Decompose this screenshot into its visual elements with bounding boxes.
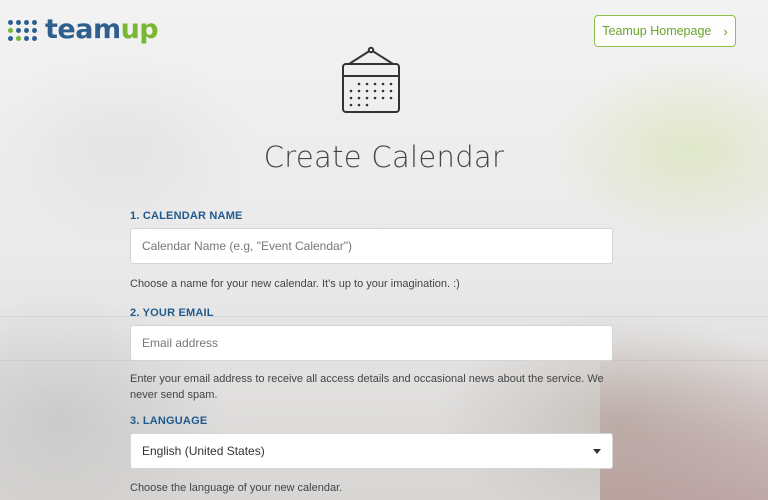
calendar-name-input[interactable]: Calendar Name (e.g, "Event Calendar") bbox=[130, 228, 613, 264]
caret-down-icon bbox=[593, 448, 601, 454]
language-select[interactable]: English (United States) bbox=[130, 433, 613, 469]
logo-wordmark: teamup bbox=[45, 14, 159, 46]
language-help: Choose the language of your new calendar… bbox=[130, 482, 343, 494]
chevron-right-icon: › bbox=[723, 23, 728, 39]
logo-text-team: team bbox=[45, 14, 121, 45]
calendar-name-placeholder: Calendar Name (e.g, "Event Calendar") bbox=[142, 239, 352, 253]
logo-dots-icon bbox=[8, 19, 37, 41]
language-selected-value: English (United States) bbox=[142, 444, 265, 458]
email-help: Enter your email address to receive all … bbox=[130, 373, 604, 401]
language-label: 3. LANGUAGE bbox=[130, 415, 208, 427]
email-input[interactable]: Email address bbox=[130, 325, 613, 361]
teamup-logo[interactable]: teamup bbox=[8, 14, 159, 46]
calendar-icon bbox=[342, 46, 400, 113]
homepage-button-label: Teamup Homepage bbox=[602, 24, 712, 38]
email-placeholder: Email address bbox=[142, 336, 219, 350]
page-title: Create Calendar bbox=[263, 140, 505, 174]
teamup-homepage-button[interactable]: Teamup Homepage › bbox=[594, 15, 736, 47]
logo-text-up: up bbox=[120, 14, 159, 45]
calendar-name-label: 1. CALENDAR NAME bbox=[130, 210, 243, 222]
calendar-name-help: Choose a name for your new calendar. It'… bbox=[130, 278, 460, 290]
email-label: 2. YOUR EMAIL bbox=[130, 307, 214, 319]
create-calendar-form: 1. CALENDAR NAME Calendar Name (e.g, "Ev… bbox=[130, 210, 613, 496]
